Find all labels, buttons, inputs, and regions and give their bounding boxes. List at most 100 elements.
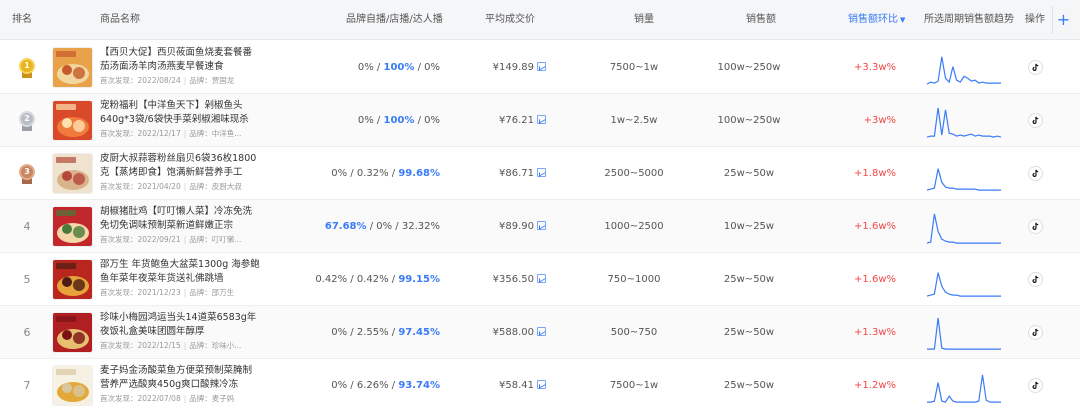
ratio-value: 32.32% <box>401 221 440 232</box>
product-thumbnail[interactable] <box>52 259 93 300</box>
product-thumbnail[interactable] <box>52 153 93 194</box>
sales-trend-sparkline[interactable] <box>926 155 1002 193</box>
first-seen-label: 首次发现： <box>100 76 138 85</box>
tiktok-icon[interactable] <box>1028 60 1043 75</box>
avg-price: ¥76.21 <box>499 115 534 126</box>
sales-amount: 25w~50w <box>723 274 775 285</box>
ratio-value: 0% <box>424 62 440 73</box>
trend-line <box>926 272 1001 297</box>
price-trend-icon[interactable] <box>537 114 546 124</box>
table-row[interactable]: 7 麦子妈金汤酸菜鱼方便菜预制菜腌制营养严选酸爽450g爽口酸辣冷冻 首次发现：20… <box>0 359 1080 409</box>
table-row[interactable]: 5 邵万生 年货鲍鱼大盆菜1300g 海参鲍鱼年菜年夜菜年货送礼佛跳墙 首次发现：2… <box>0 253 1080 306</box>
price-trend-icon[interactable] <box>537 167 546 177</box>
product-name-link[interactable]: 珍味小梅园鸿运当头14道菜6583g年夜饭礼盒美味团圆年醇厚 <box>100 311 260 339</box>
product-name-link[interactable]: 【西贝大促】西贝莜面鱼烧麦套餐番茄汤面汤羊肉汤燕麦早餐速食 <box>100 46 260 74</box>
sales-trend-sparkline[interactable] <box>926 208 1002 246</box>
table-row[interactable]: 6 珍味小梅园鸿运当头14道菜6583g年夜饭礼盒美味团圆年醇厚首次发现：2022… <box>0 306 1080 359</box>
sales-trend-sparkline[interactable] <box>926 367 1002 405</box>
avg-price-cell: ¥89.90 <box>470 200 546 253</box>
product-thumbnail[interactable] <box>52 47 93 88</box>
table-row[interactable]: 4 胡椒猪肚鸡【叮叮懒人菜】冷冻免洗免切免调味预制菜新道鲜嫩正宗 首次发现：2022… <box>0 200 1080 253</box>
product-thumbnail[interactable] <box>52 312 93 353</box>
table-row[interactable]: 3 皮厨大叔蒜蓉粉丝扇贝6袋36枚1800克【蒸烤即食】饱满新鲜营养手工 首次发现：… <box>0 147 1080 200</box>
silver-medal-icon: 2 <box>19 110 35 131</box>
rank-cell: 3 <box>10 147 44 200</box>
price-trend-icon[interactable] <box>537 220 546 230</box>
medal-disc: 1 <box>19 57 35 74</box>
first-seen-date: 2022/12/15 <box>137 341 181 350</box>
price-trend-icon[interactable] <box>537 326 546 336</box>
ratio-separator: / <box>347 380 357 391</box>
tiktok-icon[interactable] <box>1028 378 1043 393</box>
broadcast-ratio: 67.68% / 0% / 32.32% <box>290 200 440 253</box>
brand-name[interactable]: 麦子妈 <box>212 394 235 403</box>
header-ratio[interactable]: 品牌自播/店播/达人播 <box>346 0 443 40</box>
product-name-link[interactable]: 麦子妈金汤酸菜鱼方便菜预制菜腌制营养严选酸爽450g爽口酸辣冷冻 <box>100 364 260 392</box>
brand-name[interactable]: 邵万生 <box>212 288 235 297</box>
sales-trend-sparkline[interactable] <box>926 261 1002 299</box>
tiktok-icon[interactable] <box>1028 166 1043 181</box>
ratio-value: 0.42% <box>356 274 389 285</box>
tiktok-icon[interactable] <box>1028 113 1043 128</box>
brand-name[interactable]: 珍味小... <box>212 341 242 350</box>
avg-price: ¥58.41 <box>499 380 534 391</box>
first-seen-label: 首次发现： <box>100 394 138 403</box>
table-row[interactable]: 2 宠粉福利【中洋鱼天下】剁椒鱼头640g*3袋/6袋快手菜剁椒湘味现杀 首次发现：… <box>0 94 1080 147</box>
product-meta: 首次发现：2022/08/24 | 品牌：贾国龙 <box>100 75 260 86</box>
brand-name[interactable]: 中洋鱼... <box>212 129 242 138</box>
price-trend-icon[interactable] <box>537 273 546 283</box>
header-sales[interactable]: 销量 <box>634 0 654 40</box>
header-product[interactable]: 商品名称 <box>100 0 140 40</box>
product-meta: 首次发现：2021/12/23 | 品牌：邵万生 <box>100 287 260 298</box>
ratio-value: 0% <box>331 168 348 179</box>
rank-cell: 2 <box>10 94 44 147</box>
sales-trend-sparkline[interactable] <box>926 314 1002 352</box>
rank-number: 7 <box>23 379 31 392</box>
header-growth[interactable]: 销售额环比 ▼ <box>848 0 905 40</box>
bronze-medal-icon: 3 <box>19 163 35 184</box>
ratio-separator: / <box>388 274 399 285</box>
product-thumbnail[interactable] <box>52 365 93 406</box>
table-row[interactable]: 1 【西贝大促】西贝莜面鱼烧麦套餐番茄汤面汤羊肉汤燕麦早餐速食 首次发现：2022/… <box>0 41 1080 94</box>
header-avg-price[interactable]: 平均成交价 <box>485 0 535 40</box>
tiktok-icon[interactable] <box>1028 272 1043 287</box>
brand-name[interactable]: 贾国龙 <box>212 76 235 85</box>
header-amount[interactable]: 销售额 <box>746 0 776 40</box>
tiktok-icon[interactable] <box>1028 325 1043 340</box>
price-trend-icon[interactable] <box>537 61 546 71</box>
rank-number: 6 <box>23 326 31 339</box>
header-rank[interactable]: 排名 <box>12 0 32 40</box>
product-name-link[interactable]: 宠粉福利【中洋鱼天下】剁椒鱼头640g*3袋/6袋快手菜剁椒湘味现杀 <box>100 99 260 127</box>
ratio-separator: / <box>347 274 357 285</box>
sales-volume: 1000~2500 <box>604 221 664 232</box>
trend-line <box>926 213 1001 244</box>
product-meta: 首次发现：2022/12/17 | 品牌：中洋鱼... <box>100 128 260 139</box>
rank-number: 3 <box>24 167 30 176</box>
ratio-value: 0% <box>357 62 374 73</box>
add-column-button[interactable]: + <box>1052 6 1074 34</box>
sales-amount: 100w~250w <box>717 62 781 73</box>
product-meta: 首次发现：2022/07/08 | 品牌：麦子妈 <box>100 393 260 404</box>
sales-trend-sparkline[interactable] <box>926 49 1002 87</box>
gold-medal-icon: 1 <box>19 57 35 78</box>
product-name-link[interactable]: 胡椒猪肚鸡【叮叮懒人菜】冷冻免洗免切免调味预制菜新道鲜嫩正宗 <box>100 205 260 233</box>
first-seen-date: 2022/09/21 <box>137 235 181 244</box>
product-name-link[interactable]: 邵万生 年货鲍鱼大盆菜1300g 海参鲍鱼年菜年夜菜年货送礼佛跳墙 <box>100 258 260 286</box>
trend-line <box>926 107 1002 138</box>
avg-price-cell: ¥588.00 <box>470 306 546 359</box>
product-thumbnail[interactable] <box>52 100 93 141</box>
tiktok-icon[interactable] <box>1028 219 1043 234</box>
brand-name[interactable]: 叮叮懒... <box>212 235 242 244</box>
ratio-value: 93.74% <box>398 380 440 391</box>
sort-desc-icon: ▼ <box>900 16 906 24</box>
ratio-separator: / <box>388 327 399 338</box>
first-seen-label: 首次发现： <box>100 341 138 350</box>
product-name-link[interactable]: 皮厨大叔蒜蓉粉丝扇贝6袋36枚1800克【蒸烤即食】饱满新鲜营养手工 <box>100 152 260 180</box>
broadcast-ratio: 0.42% / 0.42% / 99.15% <box>290 253 440 306</box>
product-thumbnail[interactable] <box>52 206 93 247</box>
header-growth-label: 销售额环比 <box>848 14 898 25</box>
brand-name[interactable]: 皮厨大叔 <box>212 182 242 191</box>
sales-trend-sparkline[interactable] <box>926 102 1002 140</box>
rank-cell: 7 <box>10 359 44 409</box>
price-trend-icon[interactable] <box>537 379 546 389</box>
